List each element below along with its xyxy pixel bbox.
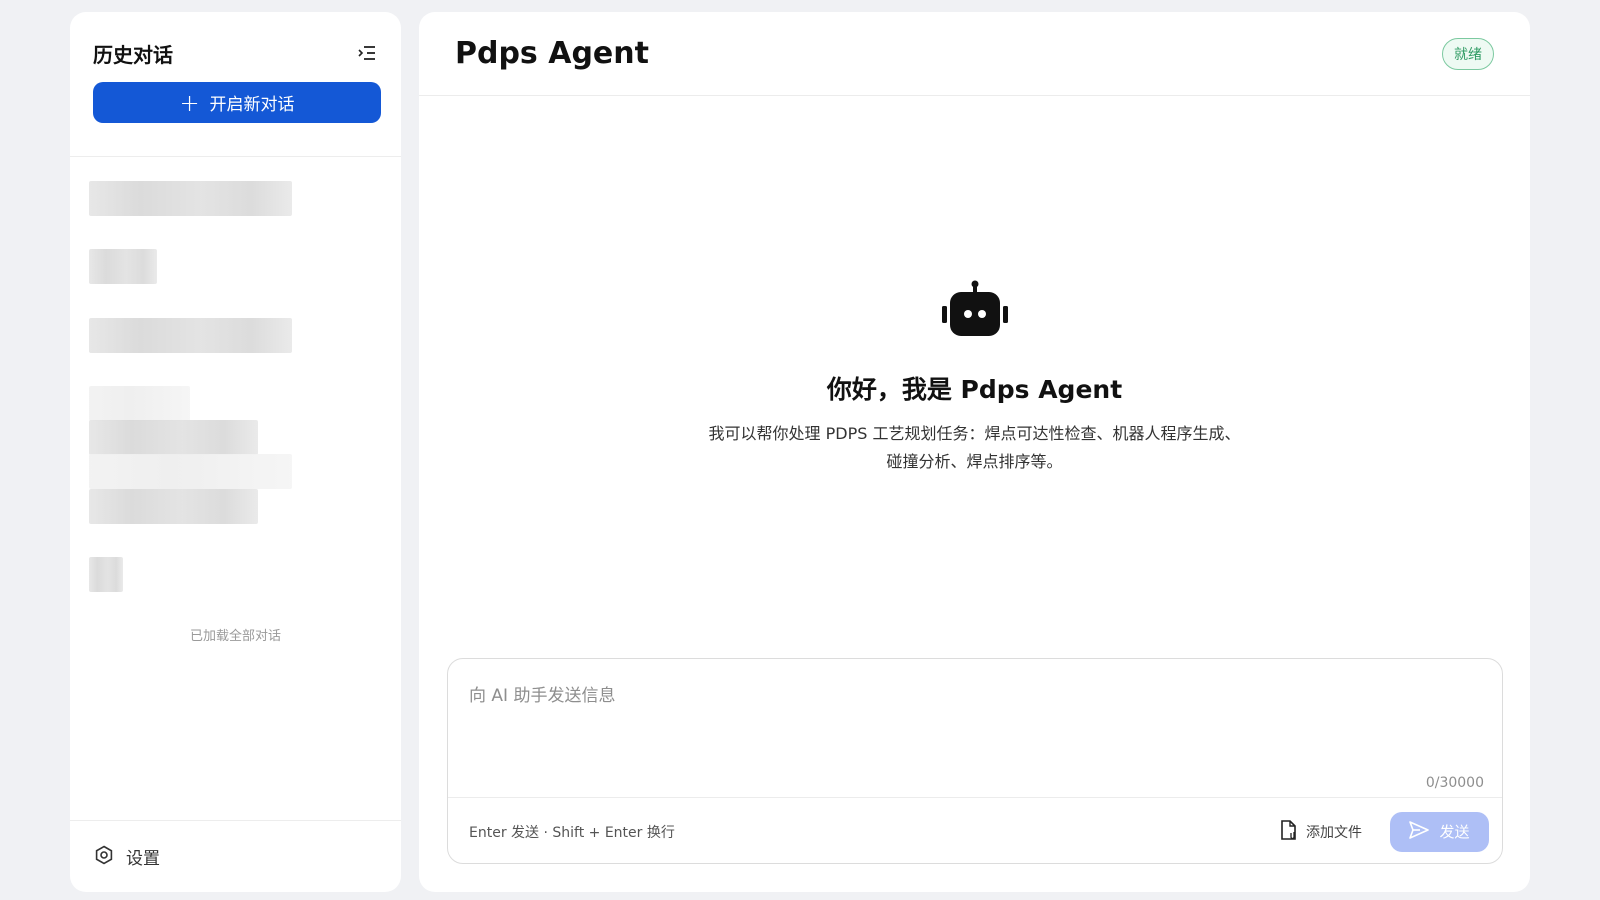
history-item[interactable] (89, 181, 292, 216)
add-file-label: 添加文件 (1306, 824, 1362, 841)
history-item[interactable] (89, 386, 190, 421)
sidebar-header: 历史对话 + 开启新对话 (70, 12, 401, 157)
history-sidebar: 历史对话 + 开启新对话 已加载全部对话 设置 (70, 12, 401, 892)
file-attach-icon (1280, 819, 1298, 844)
welcome-panel: 你好，我是 Pdps Agent 我可以帮你处理 PDPS 工艺规划任务：焊点可… (419, 280, 1530, 476)
history-item[interactable] (89, 489, 258, 524)
main-header: Pdps Agent 就绪 (419, 12, 1530, 96)
send-icon (1409, 820, 1430, 843)
menu-collapse-icon[interactable] (356, 42, 378, 64)
page-title: Pdps Agent (455, 36, 649, 71)
composer-toolbar: Enter 发送 · Shift + Enter 换行 添加文件 发送 (448, 797, 1502, 865)
message-input[interactable] (448, 659, 1502, 777)
add-file-button[interactable]: 添加文件 (1280, 819, 1362, 844)
status-badge: 就绪 (1442, 37, 1494, 70)
history-item[interactable] (89, 454, 292, 489)
send-label: 发送 (1439, 823, 1470, 841)
robot-icon (941, 280, 1009, 342)
plus-icon: + (179, 88, 200, 117)
loaded-all-note: 已加载全部对话 (189, 629, 281, 644)
sidebar-title-row: 历史对话 (93, 38, 378, 68)
send-button[interactable]: 发送 (1390, 811, 1489, 852)
history-item[interactable] (89, 557, 123, 592)
welcome-title: 你好，我是 Pdps Agent (826, 375, 1123, 404)
history-item[interactable] (89, 420, 258, 455)
message-composer: 0/30000 Enter 发送 · Shift + Enter 换行 添加文件 (447, 658, 1503, 864)
char-counter: 0/30000 (1425, 775, 1484, 791)
new-chat-button[interactable]: + 开启新对话 (93, 82, 381, 123)
gear-icon (94, 845, 114, 869)
keyboard-hint: Enter 发送 · Shift + Enter 换行 (469, 824, 675, 841)
sidebar-title: 历史对话 (93, 42, 173, 67)
history-item[interactable] (89, 318, 292, 353)
new-chat-label: 开启新对话 (209, 95, 295, 115)
history-list (82, 171, 389, 607)
settings-label: 设置 (126, 849, 160, 869)
history-item[interactable] (89, 249, 157, 284)
chat-main: Pdps Agent 就绪 你好，我是 Pdps Agent 我可以帮你处理 P… (419, 12, 1530, 892)
settings-button[interactable]: 设置 (70, 820, 401, 892)
welcome-description: 我可以帮你处理 PDPS 工艺规划任务：焊点可达性检查、机器人程序生成、碰撞分析… (708, 424, 1241, 471)
